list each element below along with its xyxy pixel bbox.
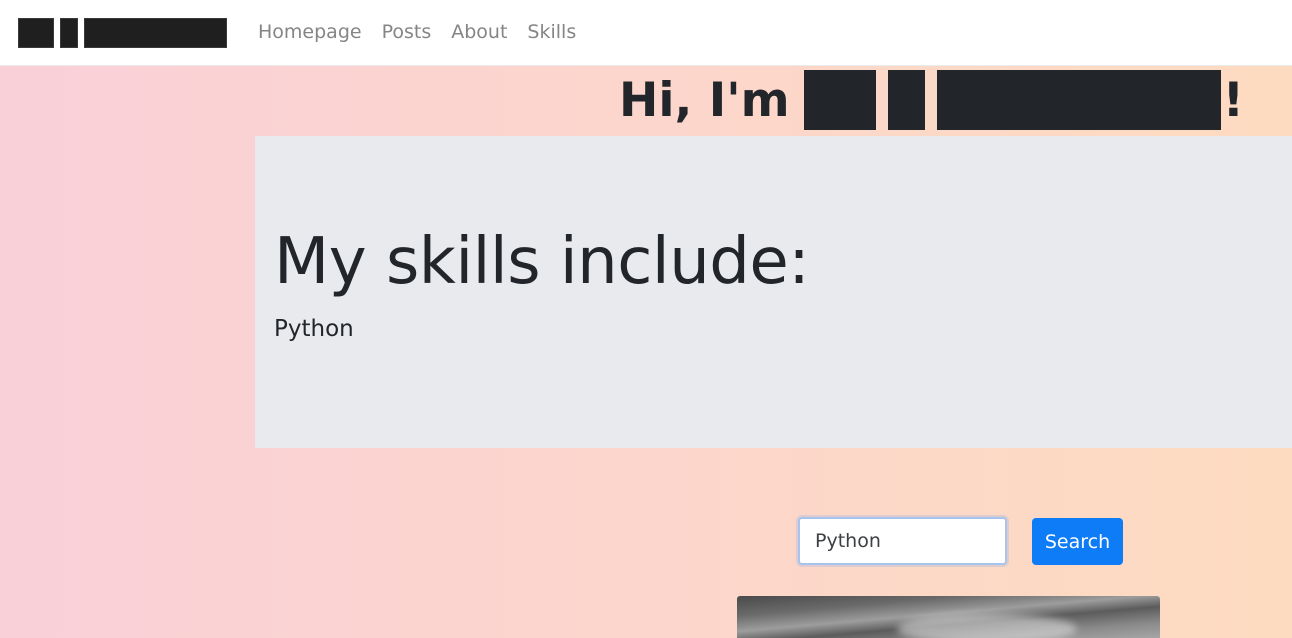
brand-logo-redacted[interactable] bbox=[18, 18, 227, 48]
navbar: Homepage Posts About Skills bbox=[0, 0, 1292, 66]
skill-item: Python bbox=[274, 316, 354, 342]
redacted-block bbox=[803, 70, 876, 130]
redacted-block bbox=[60, 18, 78, 48]
nav-link-skills[interactable]: Skills bbox=[527, 20, 576, 44]
nav-links: Homepage Posts About Skills bbox=[258, 20, 576, 44]
nav-link-about[interactable]: About bbox=[451, 20, 507, 44]
redacted-block bbox=[936, 70, 1221, 130]
redacted-name bbox=[803, 70, 1221, 130]
redacted-block bbox=[887, 70, 925, 130]
skills-jumbotron: My skills include: Python bbox=[255, 136, 1292, 448]
nav-link-homepage[interactable]: Homepage bbox=[258, 20, 362, 44]
greeting-suffix: ! bbox=[1222, 72, 1244, 128]
hero-greeting: Hi, I'm ! bbox=[619, 68, 1244, 132]
search-button[interactable]: Search bbox=[1032, 518, 1123, 565]
image-highlight bbox=[897, 614, 1077, 638]
search-input[interactable] bbox=[798, 517, 1007, 565]
greeting-prefix: Hi, I'm bbox=[619, 72, 790, 128]
redacted-block bbox=[84, 18, 227, 48]
nav-link-posts[interactable]: Posts bbox=[382, 20, 432, 44]
skills-heading: My skills include: bbox=[274, 225, 810, 299]
result-image bbox=[737, 596, 1160, 638]
redacted-block bbox=[18, 18, 54, 48]
